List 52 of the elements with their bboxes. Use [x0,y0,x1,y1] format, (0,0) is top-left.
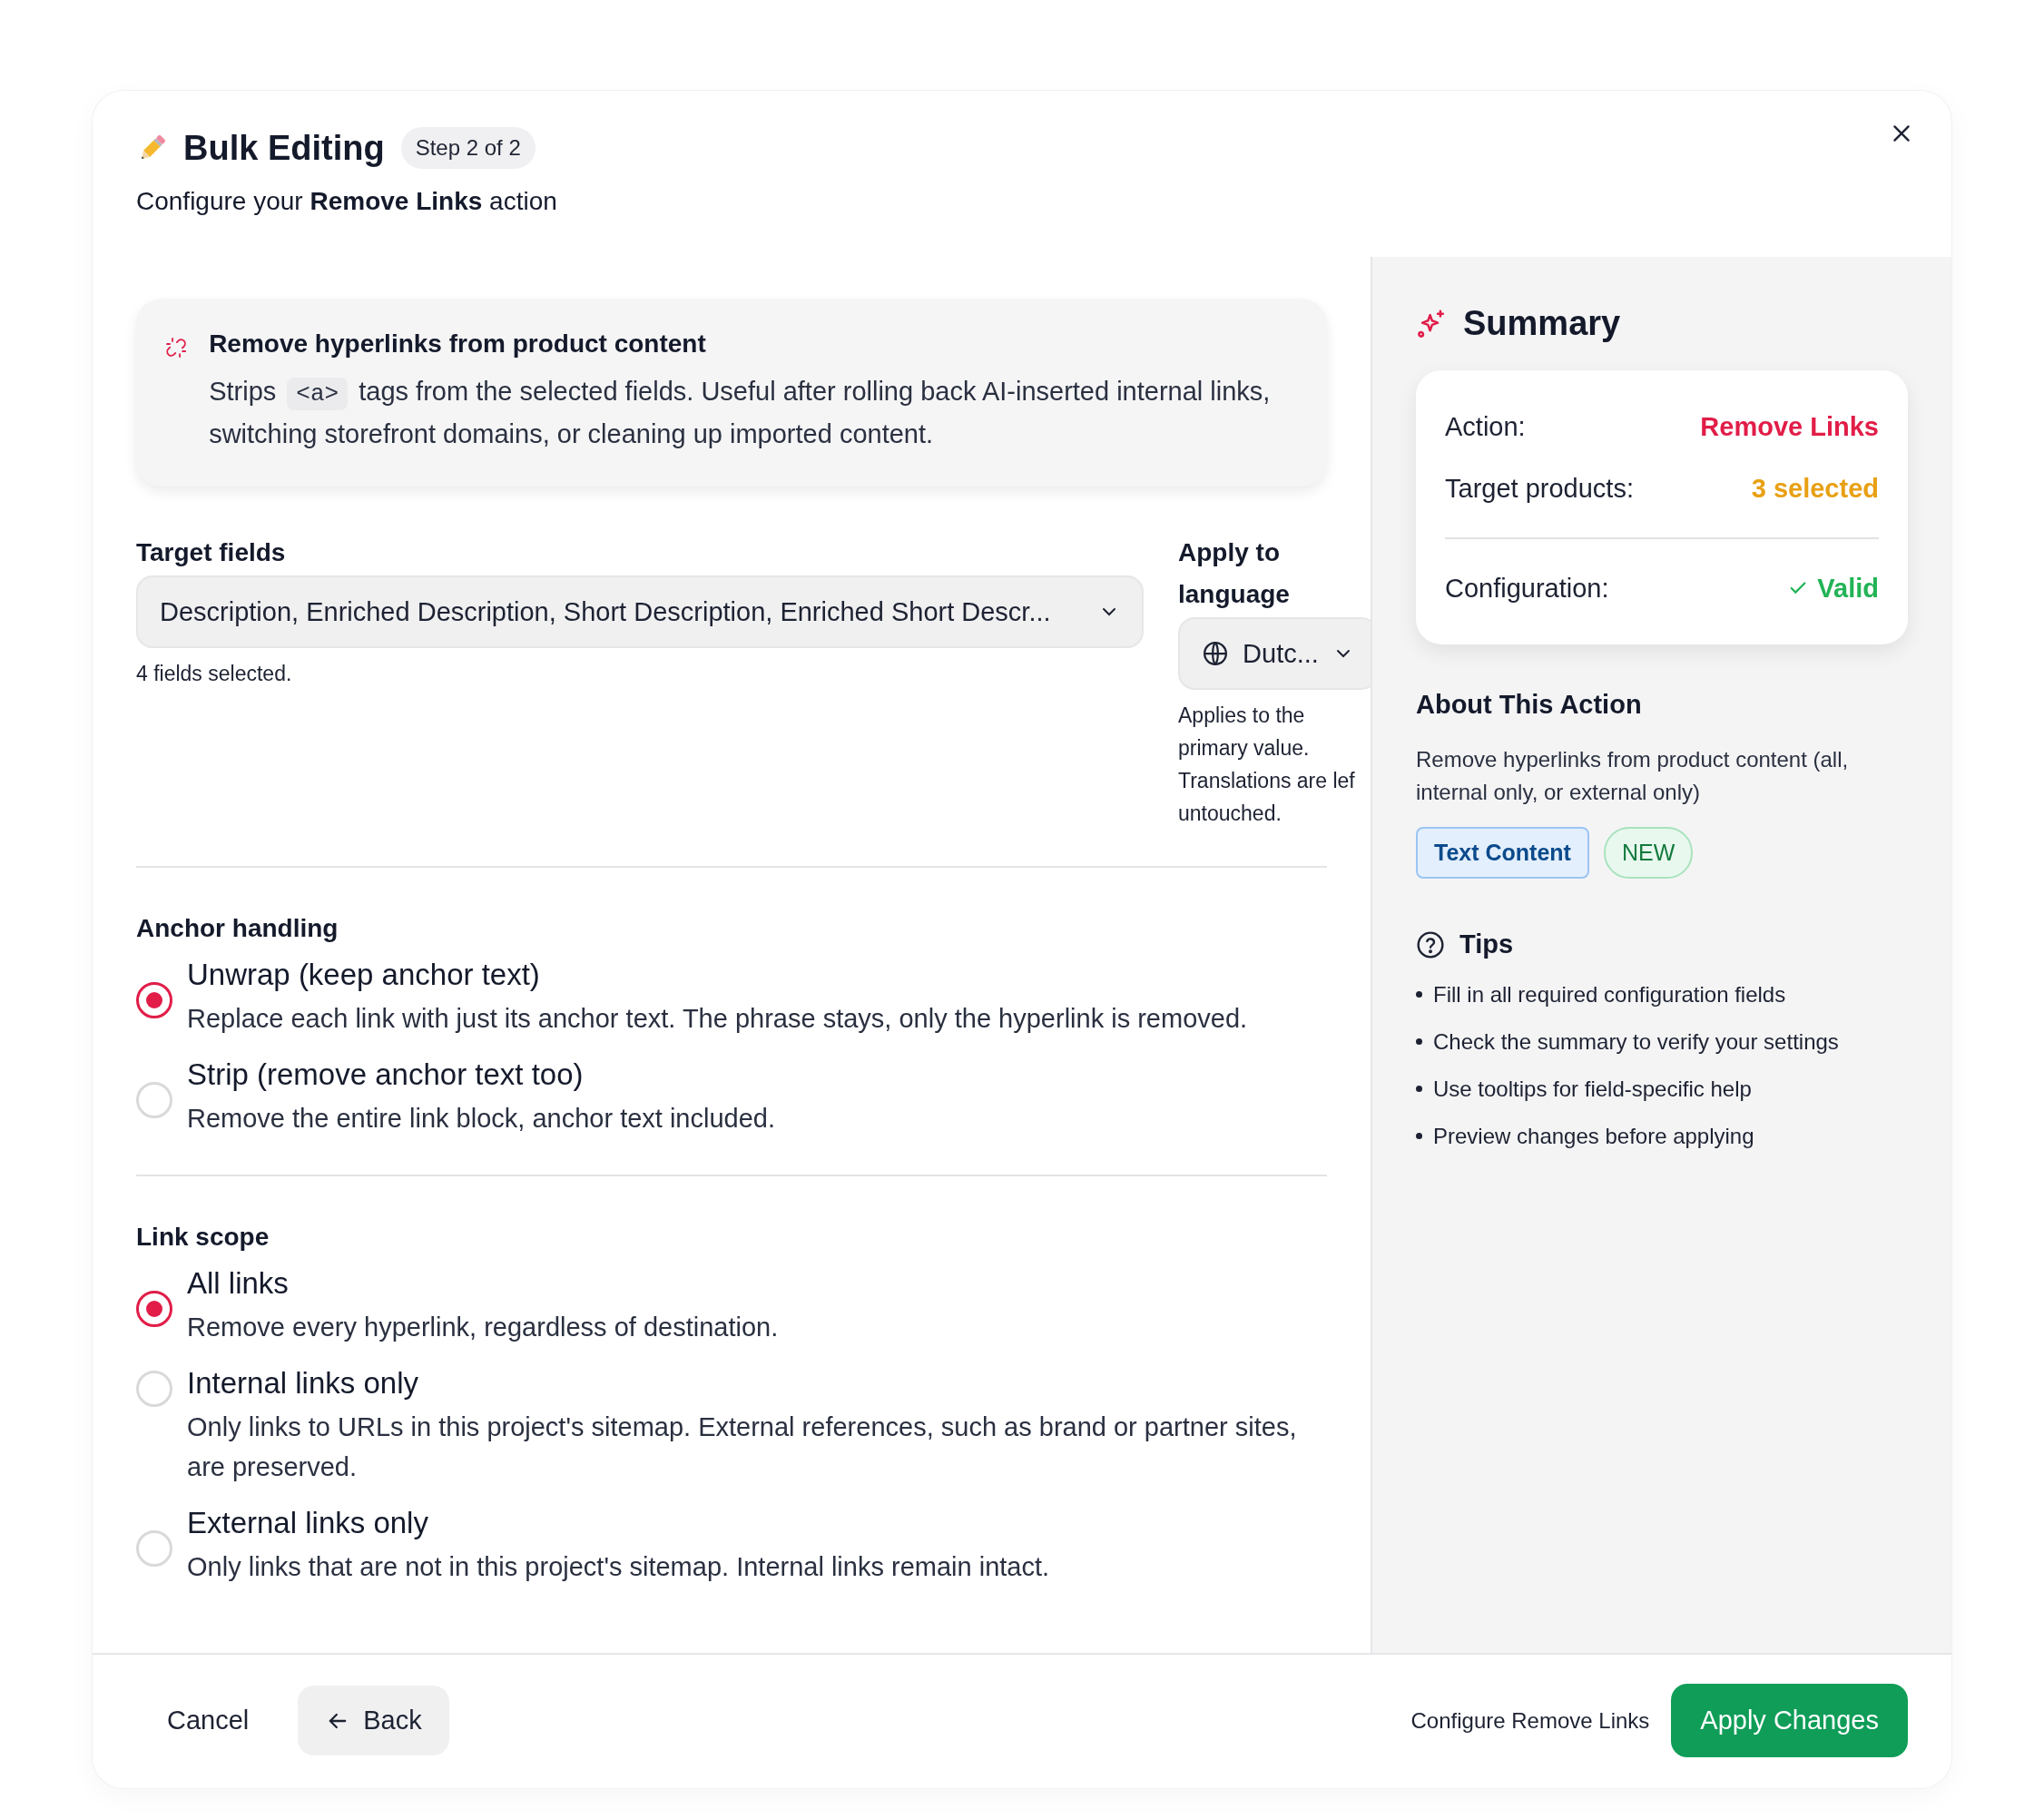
footer-hint: Configure Remove Links [1410,1707,1650,1734]
new-badge: NEW [1603,827,1694,879]
category-tag: Text Content [1416,827,1589,879]
tip-text: Fill in all required configuration fields [1433,981,1786,1008]
option-title: External links only [187,1505,429,1541]
info-text: Strips <a> tags from the selected fields. Useful after rolling back AI-inserted internal links, switching storefront domains, or cleaning up imported content. [209,376,1272,450]
radio-button[interactable] [136,1291,172,1327]
option-title: Unwrap (keep anchor text) [187,957,541,993]
radio-button[interactable] [136,982,172,1018]
dialog-title: Bulk Editing [183,128,385,168]
field-label: Apply to language [1178,537,1291,610]
dialog-subtitle: Configure your Remove Links action [136,187,558,216]
summary-value: Remove Links [1700,411,1879,442]
summary-value: 3 selected [1751,473,1879,504]
summary-value: Valid [1788,573,1879,604]
about-text: Remove hyperlinks from product content (all, internal only, or external only) [1416,746,1850,806]
bullet-dot [1416,1038,1422,1045]
field-label: Target fields [136,537,287,568]
tip-text: Check the summary to verify your settings [1433,1028,1839,1056]
summary-label: Target products: [1445,473,1634,504]
summary-title: Summary [1463,304,1621,343]
option-title: Strip (remove anchor text too) [187,1057,585,1093]
tip-text: Preview changes before applying [1433,1123,1754,1150]
bullet-dot [1416,1086,1422,1092]
bullet-dot [1416,1133,1422,1139]
tips-title: Tips [1459,929,1514,959]
option-description: Only links that are not in this project's sitemap. Internal links remain intact. [187,1551,1051,1583]
target-fields-select[interactable]: Description, Enriched Description, Short Description, Enriched Short Descr... [136,575,1144,648]
option-title: Internal links only [187,1365,419,1401]
tip-text: Use tooltips for field-specific help [1433,1076,1752,1103]
option-title: All links [187,1265,290,1302]
option-description: Replace each link with just its anchor text. The phrase stays, only the hyperlink is removed. [187,1003,1249,1035]
section-label: Anchor handling [136,913,339,944]
section-label: Link scope [136,1222,270,1253]
option-description: Remove every hyperlink, regardless of destination. [187,1312,780,1343]
summary-label: Configuration: [1445,573,1609,604]
sparkle-icon [1416,308,1447,339]
field-hint: 4 fields selected. [136,661,293,687]
field-hint: Applies to the primary value. Translations are lef untouched. [1178,703,1356,827]
step-badge: Step 2 of 2 [400,127,536,169]
info-title: Remove hyperlinks from product content [209,329,707,359]
option-description: Only links to URLs in this project's sitemap. External references, such as brand or partner sites, are preserved. [187,1411,1298,1483]
globe-icon [1202,640,1229,667]
bullet-dot [1416,991,1422,998]
apply-button[interactable]: Apply Changes [1671,1684,1908,1757]
help-icon [1416,929,1445,959]
summary-label: Action: [1445,411,1526,442]
option-description: Remove the entire link block, anchor text included. [187,1103,776,1135]
back-button[interactable]: Back [298,1686,449,1755]
language-select[interactable]: Dutc... [1178,617,1371,690]
about-title: About This Action [1416,690,1643,720]
cancel-button[interactable]: Cancel [136,1686,280,1755]
